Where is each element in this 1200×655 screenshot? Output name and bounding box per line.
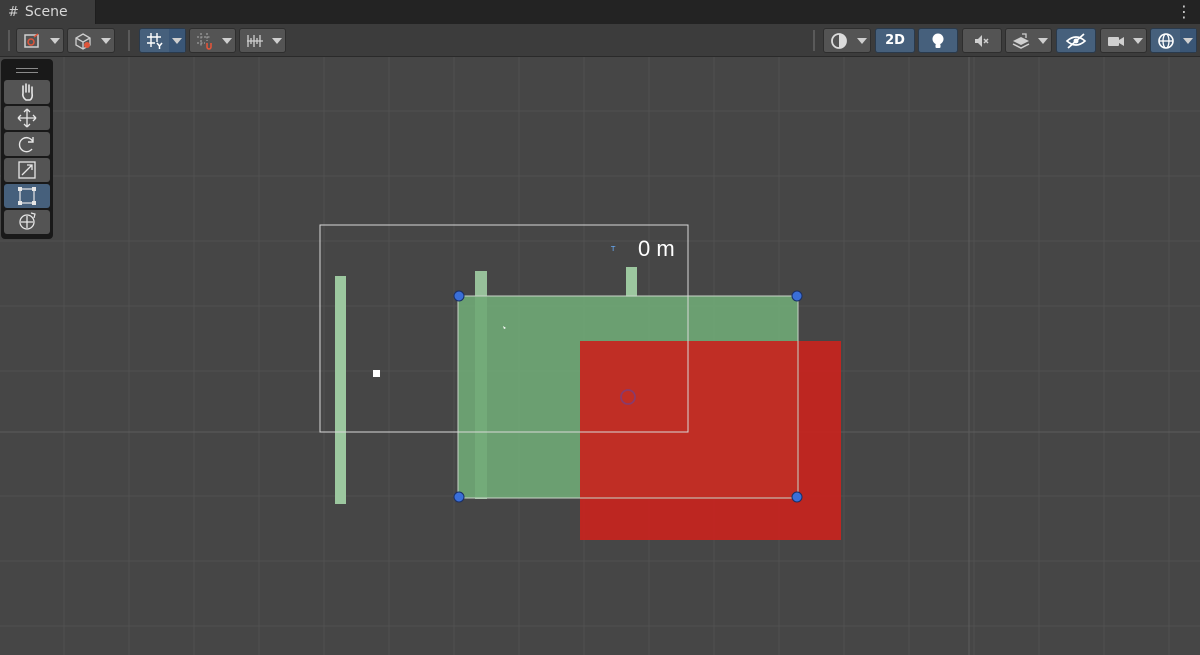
window-titlebar: # Scene ⋮ [0,0,1200,24]
toolbar-grip [128,30,130,51]
scene-visibility-icon [1065,32,1087,49]
shading-mode-button[interactable] [823,28,871,53]
grid-y-icon [147,33,163,49]
lighting-icon [932,33,944,48]
distance-readout: 0 m [638,236,675,261]
gizmo-cube-button[interactable] [67,28,115,53]
chevron-down-icon[interactable] [1130,29,1146,52]
grid-snap-button[interactable] [189,28,236,53]
red-sprite[interactable] [580,341,841,540]
scene-viewport[interactable]: T [0,57,1200,655]
tools-drag-handle[interactable] [4,62,50,78]
chevron-down-icon[interactable] [219,29,235,52]
scene-canvas[interactable]: T [0,57,1200,655]
increment-snap-button[interactable] [239,28,286,53]
transform-tool-button[interactable] [4,210,50,234]
camera-icon [1108,37,1124,46]
toolbar-grip [8,30,10,51]
camera-button[interactable] [1100,28,1147,53]
audio-toggle-button[interactable] [962,28,1002,53]
pivot-marker[interactable] [373,370,380,377]
rotate-icon [18,136,34,153]
move-arrows-icon [17,108,37,128]
tab-scene-label: Scene [24,4,68,20]
gizmo-cube-icon [75,33,91,50]
audio-mute-icon [975,34,989,47]
post-sprite-right[interactable] [626,267,637,297]
effects-layers-icon [1012,33,1030,49]
grid-y-button[interactable] [139,28,186,53]
2d-toggle-button[interactable]: 2D [875,28,915,53]
toolbar-grip [813,30,815,51]
rect-tool-button[interactable] [4,184,50,208]
text-gizmo-icon: T [610,245,616,253]
grid-icon: # [8,4,19,20]
hand-tool-button[interactable] [4,80,50,104]
scene-visibility-button[interactable] [1056,28,1096,53]
transform-icon [19,212,36,230]
chevron-down-icon[interactable] [47,29,63,52]
rect-transform-icon [18,187,36,205]
draw-mode-icon [24,33,39,48]
2d-toggle-label: 2D [885,33,905,48]
resize-handle-bottom-right[interactable] [791,491,803,503]
window-menu-icon[interactable]: ⋮ [1176,2,1192,22]
tab-scene[interactable]: # Scene [0,0,96,24]
scale-tool-button[interactable] [4,158,50,182]
chevron-down-icon[interactable] [1180,29,1196,52]
rotate-tool-button[interactable] [4,132,50,156]
chevron-down-icon[interactable] [169,29,185,52]
gizmos-globe-icon [1158,33,1174,49]
move-tool-button[interactable] [4,106,50,130]
left-wall-sprite[interactable] [335,276,346,504]
effects-button[interactable] [1005,28,1052,53]
chevron-down-icon[interactable] [854,29,870,52]
scale-icon [18,161,36,179]
increment-snap-icon [247,35,263,47]
chevron-down-icon[interactable] [1035,29,1051,52]
resize-handle-top-left[interactable] [453,290,465,302]
gizmos-button[interactable] [1150,28,1197,53]
draw-mode-button[interactable] [16,28,64,53]
resize-handle-top-right[interactable] [791,290,803,302]
scene-toolbar: 2D [0,24,1200,57]
chevron-down-icon[interactable] [98,29,114,52]
shading-mode-icon [831,33,847,49]
resize-handle-bottom-left[interactable] [453,491,465,503]
lighting-toggle-button[interactable] [918,28,958,53]
hand-icon [22,83,34,101]
grid-snap-icon [197,33,212,50]
chevron-down-icon[interactable] [269,29,285,52]
tools-overlay [1,59,53,239]
